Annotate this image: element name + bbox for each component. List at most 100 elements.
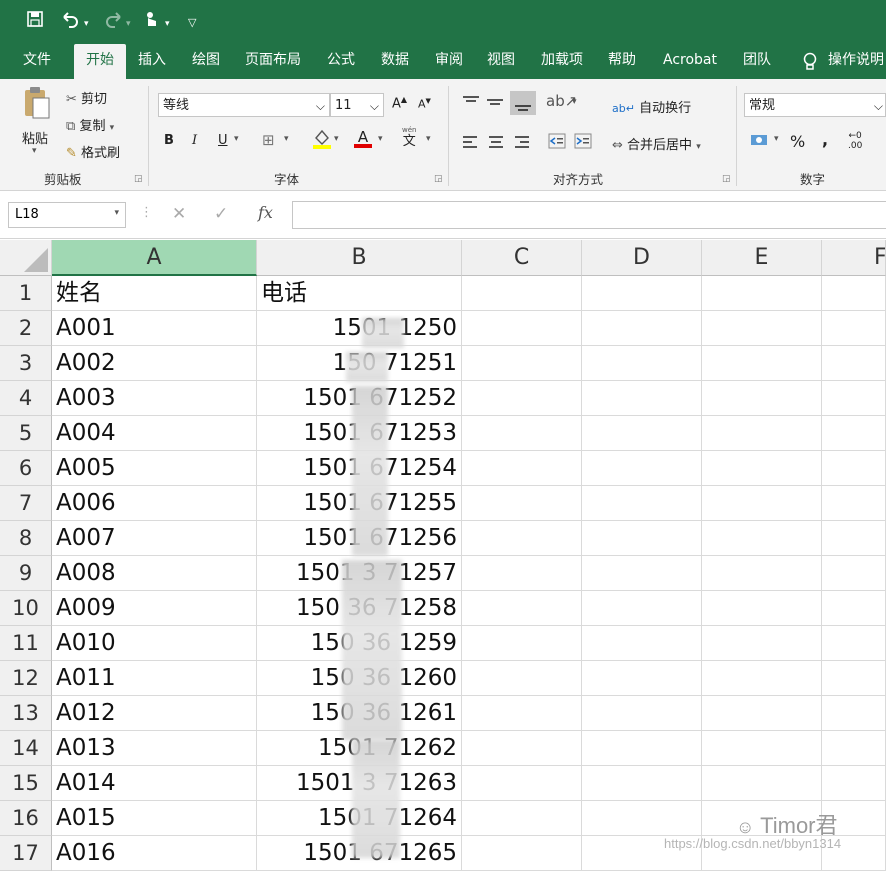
cell-e[interactable] xyxy=(702,591,822,626)
align-middle-icon[interactable] xyxy=(486,95,504,113)
cell-d[interactable] xyxy=(582,311,702,346)
cell-e[interactable] xyxy=(702,486,822,521)
phonetic-button[interactable]: wén 文 xyxy=(402,126,416,150)
cell-a[interactable]: A008 xyxy=(52,556,257,591)
alignment-launcher-icon[interactable]: ◲ xyxy=(722,174,731,184)
font-launcher-icon[interactable]: ◲ xyxy=(434,174,443,184)
font-color-button[interactable]: A xyxy=(354,128,372,148)
wrap-text-button[interactable]: ab↵ 自动换行 xyxy=(612,97,691,116)
cell-c[interactable] xyxy=(462,346,582,381)
grow-font-button[interactable]: A▲ xyxy=(392,95,407,111)
name-box[interactable]: L18 ▾ xyxy=(8,202,126,228)
cell-e[interactable] xyxy=(702,381,822,416)
align-center-icon[interactable] xyxy=(488,135,504,153)
paste-dropdown-icon[interactable]: ▾ xyxy=(32,146,37,156)
cell-d[interactable] xyxy=(582,486,702,521)
cell-d[interactable] xyxy=(582,661,702,696)
tab-review[interactable]: 审阅 xyxy=(426,44,472,79)
cell-c[interactable] xyxy=(462,731,582,766)
tab-view[interactable]: 视图 xyxy=(478,44,524,79)
cell-f[interactable] xyxy=(822,416,886,451)
cell-c[interactable] xyxy=(462,836,582,871)
lightbulb-icon[interactable] xyxy=(798,44,822,79)
clipboard-launcher-icon[interactable]: ◲ xyxy=(134,174,143,184)
cell-a[interactable]: A002 xyxy=(52,346,257,381)
align-right-icon[interactable] xyxy=(514,135,530,153)
cell-a[interactable]: A007 xyxy=(52,521,257,556)
cell-f[interactable] xyxy=(822,556,886,591)
cell-c[interactable] xyxy=(462,801,582,836)
undo-dropdown-icon[interactable]: ▾ xyxy=(84,13,89,35)
column-header-d[interactable]: D xyxy=(582,240,702,276)
underline-dropdown-icon[interactable]: ▾ xyxy=(234,134,239,144)
tell-me-box[interactable]: 操作说明 xyxy=(828,44,886,79)
cell-c[interactable] xyxy=(462,416,582,451)
row-header[interactable]: 5 xyxy=(0,416,52,451)
cell-d[interactable] xyxy=(582,276,702,311)
column-header-b[interactable]: B xyxy=(257,240,462,276)
cell-c[interactable] xyxy=(462,521,582,556)
orientation-dropdown-icon[interactable]: ▾ xyxy=(572,97,577,107)
formula-input[interactable] xyxy=(292,201,886,229)
chevron-down-icon[interactable]: ⌵ xyxy=(316,94,325,118)
row-header[interactable]: 16 xyxy=(0,801,52,836)
cell-d[interactable] xyxy=(582,556,702,591)
customize-qat-icon[interactable]: ▽ xyxy=(188,12,196,34)
cell-a[interactable]: A012 xyxy=(52,696,257,731)
tab-draw[interactable]: 绘图 xyxy=(182,44,230,79)
cancel-icon[interactable]: ✕ xyxy=(172,204,186,224)
chevron-down-icon[interactable]: ⌵ xyxy=(370,94,379,118)
cell-d[interactable] xyxy=(582,801,702,836)
row-header[interactable]: 2 xyxy=(0,311,52,346)
cell-e[interactable] xyxy=(702,556,822,591)
cell-b[interactable]: 1501 1250 xyxy=(257,311,462,346)
underline-button[interactable]: U xyxy=(218,133,228,148)
cell-d[interactable] xyxy=(582,626,702,661)
accounting-dropdown-icon[interactable]: ▾ xyxy=(774,134,779,144)
insert-function-icon[interactable]: fx xyxy=(258,203,273,222)
cell-a[interactable]: A015 xyxy=(52,801,257,836)
column-header-a[interactable]: A xyxy=(52,240,257,276)
cell-e[interactable] xyxy=(702,696,822,731)
column-header-f[interactable]: F xyxy=(822,240,886,276)
cell-d[interactable] xyxy=(582,731,702,766)
cell-f[interactable] xyxy=(822,696,886,731)
increase-decimal-icon[interactable]: ←0.00 xyxy=(848,131,862,151)
merge-dropdown-icon[interactable]: ▾ xyxy=(696,142,701,152)
cell-c[interactable] xyxy=(462,486,582,521)
row-header[interactable]: 7 xyxy=(0,486,52,521)
cell-f[interactable] xyxy=(822,661,886,696)
cell-f[interactable] xyxy=(822,486,886,521)
accounting-format-icon[interactable] xyxy=(750,132,770,154)
cell-e[interactable] xyxy=(702,416,822,451)
cell-f[interactable] xyxy=(822,346,886,381)
cell-c[interactable] xyxy=(462,766,582,801)
shrink-font-button[interactable]: A▼ xyxy=(418,97,431,111)
tab-formulas[interactable]: 公式 xyxy=(318,44,364,79)
touch-mode-icon[interactable] xyxy=(143,10,161,36)
cell-f[interactable] xyxy=(822,521,886,556)
cell-a[interactable]: A013 xyxy=(52,731,257,766)
cell-d[interactable] xyxy=(582,346,702,381)
cell-e[interactable] xyxy=(702,311,822,346)
chevron-down-icon[interactable]: ⌵ xyxy=(874,94,883,118)
merge-center-button[interactable]: ⇔ 合并后居中 ▾ xyxy=(612,134,701,153)
comma-button[interactable]: , xyxy=(822,130,828,149)
cell-f[interactable] xyxy=(822,591,886,626)
cell-f[interactable] xyxy=(822,626,886,661)
row-header[interactable]: 10 xyxy=(0,591,52,626)
phonetic-dropdown-icon[interactable]: ▾ xyxy=(426,134,431,144)
cell-a[interactable]: A004 xyxy=(52,416,257,451)
tab-team[interactable]: 团队 xyxy=(734,44,780,79)
row-header[interactable]: 13 xyxy=(0,696,52,731)
borders-dropdown-icon[interactable]: ▾ xyxy=(284,134,289,144)
cell-c[interactable] xyxy=(462,311,582,346)
cell-d[interactable] xyxy=(582,381,702,416)
format-painter-button[interactable]: ✎ 格式刷 xyxy=(66,142,120,161)
cut-button[interactable]: ✂ 剪切 xyxy=(66,88,107,107)
row-header[interactable]: 4 xyxy=(0,381,52,416)
cell-a[interactable]: A014 xyxy=(52,766,257,801)
cell-a[interactable]: A006 xyxy=(52,486,257,521)
number-format-combo[interactable]: 常规 ⌵ xyxy=(744,93,886,117)
cell-c[interactable] xyxy=(462,626,582,661)
